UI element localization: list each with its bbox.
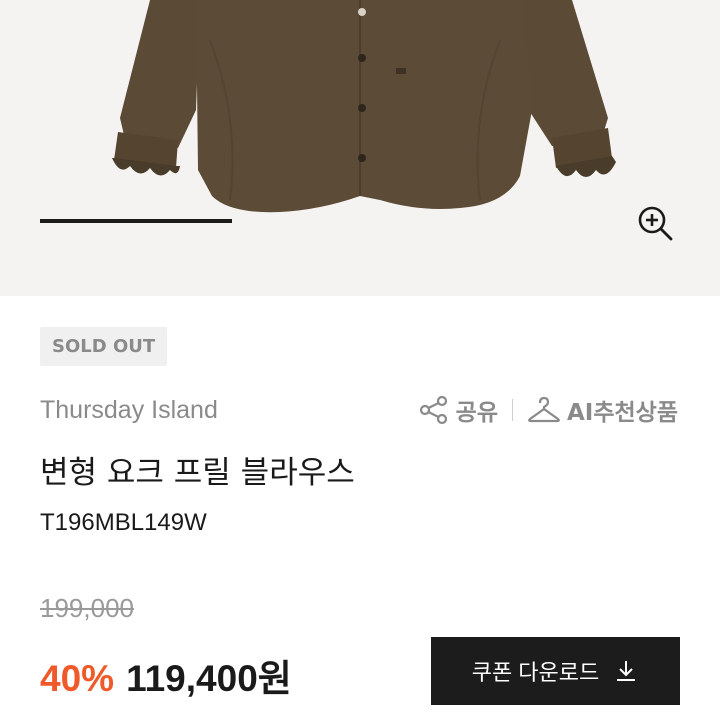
product-image xyxy=(112,0,616,213)
ai-recommend-label: AI추천상품 xyxy=(567,400,678,426)
action-divider xyxy=(512,399,513,421)
brand-name[interactable]: Thursday Island xyxy=(40,393,218,427)
product-code: T196MBL149W xyxy=(40,509,207,536)
ai-recommend-button[interactable]: AI추천상품 xyxy=(527,393,678,427)
sale-price: 119,400원 xyxy=(126,658,292,699)
status-badge: SOLD OUT xyxy=(40,327,168,366)
zoom-in-icon[interactable] xyxy=(636,204,674,242)
product-actions: 공유 AI추천상품 xyxy=(418,393,678,427)
coupon-download-button[interactable]: 쿠폰 다운로드 xyxy=(431,637,680,705)
share-label: 공유 xyxy=(455,400,498,426)
sale-price-row: 40% 119,400원 xyxy=(40,648,292,702)
share-icon xyxy=(419,395,447,425)
product-image-gallery[interactable] xyxy=(0,0,720,296)
product-title: 변형 요크 프릴 블라우스 xyxy=(40,455,355,491)
hanger-icon xyxy=(528,396,560,423)
original-price: 199,000 xyxy=(40,593,134,623)
share-button[interactable]: 공유 xyxy=(418,393,498,427)
coupon-download-label: 쿠폰 다운로드 xyxy=(471,660,600,685)
slide-indicator xyxy=(40,219,680,223)
discount-rate: 40% xyxy=(40,658,115,699)
slide-indicator-active xyxy=(40,219,232,223)
download-icon xyxy=(617,661,636,681)
